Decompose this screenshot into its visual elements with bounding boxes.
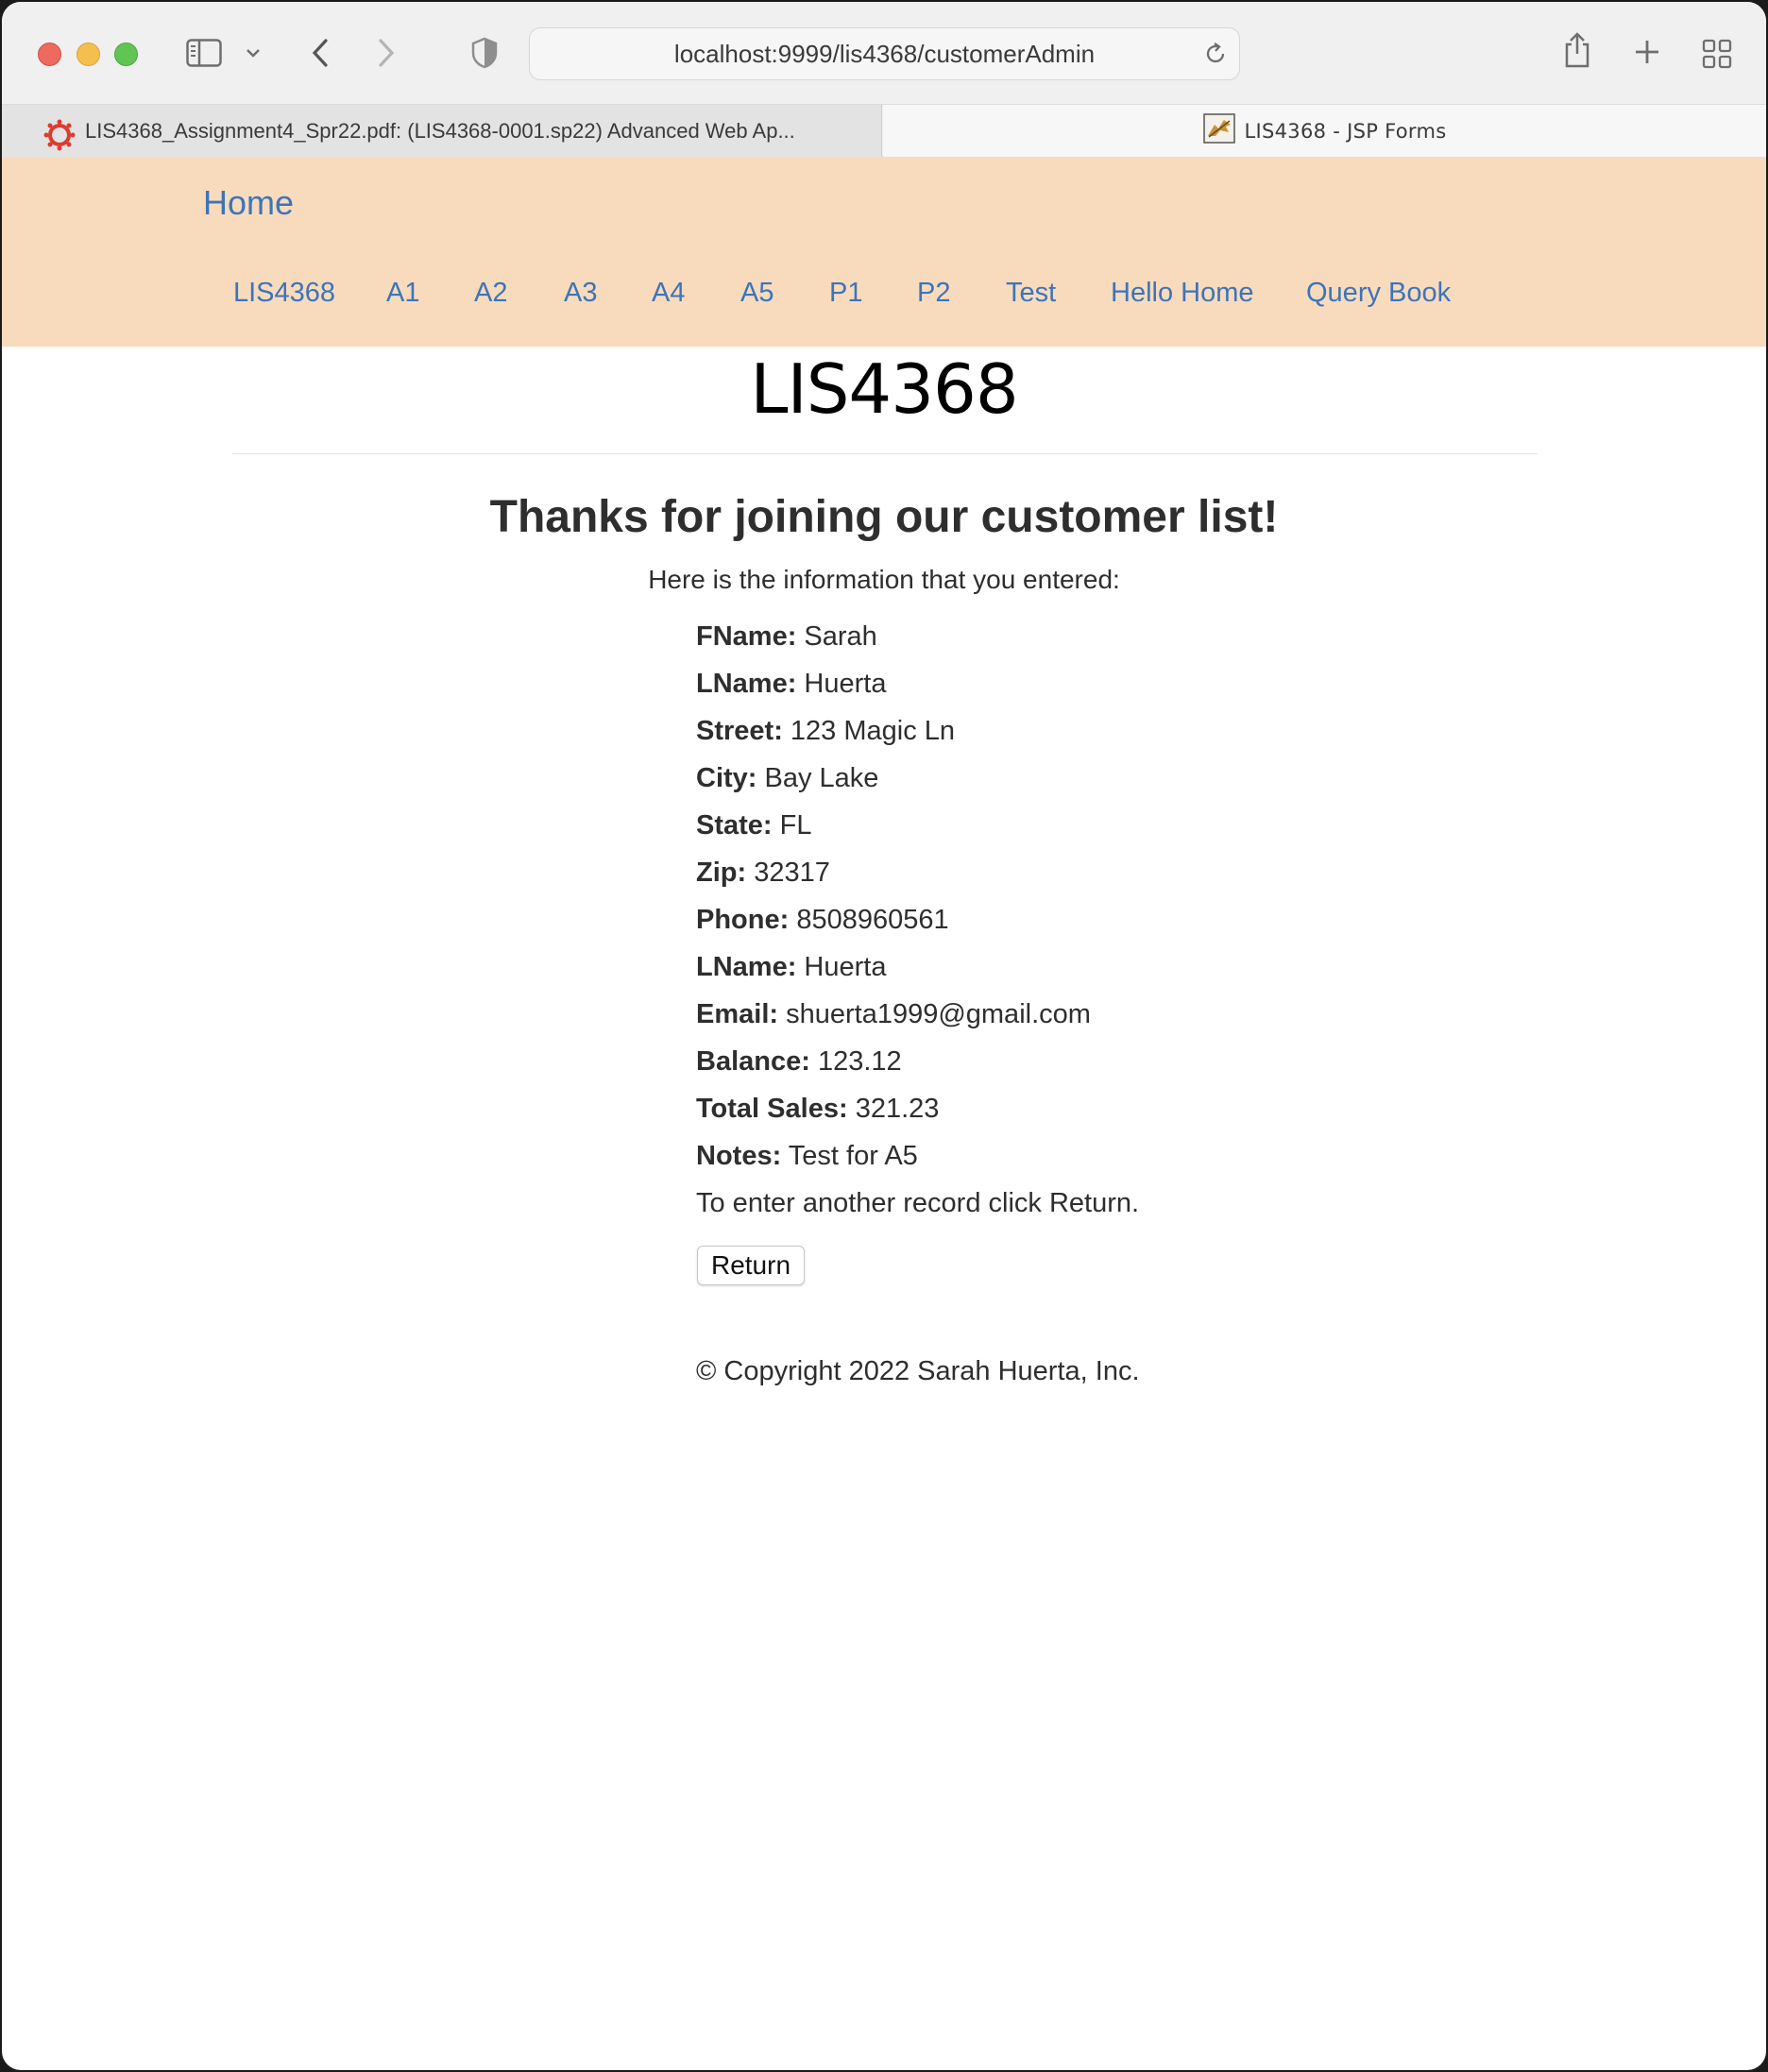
field-value: 8508960561 bbox=[796, 905, 949, 935]
privacy-shield-icon[interactable] bbox=[470, 36, 499, 70]
back-icon[interactable] bbox=[306, 36, 334, 70]
field-street: Street: 123 Magic Ln bbox=[696, 716, 1091, 763]
nav-link-a5[interactable]: A5 bbox=[740, 278, 774, 309]
field-value: Huerta bbox=[804, 669, 887, 699]
field-label: Email: bbox=[696, 999, 779, 1029]
field-label: FName: bbox=[696, 621, 797, 652]
field-total-sales: Total Sales: 321.23 bbox=[696, 1094, 1091, 1141]
minimize-window-button[interactable] bbox=[76, 42, 100, 66]
address-bar[interactable]: localhost:9999/lis4368/customerAdmin bbox=[529, 27, 1240, 80]
nav-link-p1[interactable]: P1 bbox=[829, 278, 862, 309]
home-link[interactable]: Home bbox=[203, 183, 294, 223]
field-fname: FName: Sarah bbox=[696, 621, 1091, 669]
field-label: LName: bbox=[696, 669, 797, 699]
field-value: FL bbox=[779, 810, 812, 841]
new-tab-icon[interactable] bbox=[1631, 36, 1663, 68]
tab-bar: LIS4368_Assignment4_Spr22.pdf: (LIS4368-… bbox=[2, 104, 1766, 157]
browser-toolbar: localhost:9999/lis4368/customerAdmin bbox=[2, 2, 1766, 104]
field-label: City: bbox=[696, 763, 757, 793]
field-value: Test for A5 bbox=[788, 1141, 918, 1171]
nav-link-p2[interactable]: P2 bbox=[917, 278, 950, 309]
field-label: Notes: bbox=[696, 1141, 782, 1171]
browser-window: localhost:9999/lis4368/customerAdmin LIS… bbox=[2, 2, 1766, 2070]
nav-link-test[interactable]: Test bbox=[1006, 278, 1056, 309]
reload-icon[interactable] bbox=[1201, 40, 1230, 75]
nav-link-lis4368[interactable]: LIS4368 bbox=[233, 278, 335, 309]
intro-text: Here is the information that you entered… bbox=[648, 565, 1120, 594]
field-notes: Notes: Test for A5 bbox=[696, 1141, 1091, 1188]
field-value: 321.23 bbox=[855, 1094, 940, 1124]
nav-link-hello-home[interactable]: Hello Home bbox=[1111, 278, 1254, 309]
return-instruction: To enter another record click Return. bbox=[696, 1188, 1140, 1218]
nav-links: LIS4368 A1 A2 A3 A4 A5 P1 P2 Test Hello … bbox=[2, 278, 1766, 334]
field-label: State: bbox=[696, 810, 773, 841]
field-value: Bay Lake bbox=[764, 763, 879, 793]
field-state: State: FL bbox=[696, 810, 1091, 858]
tab-title: LIS4368 - JSP Forms bbox=[1244, 119, 1447, 143]
field-value: 123 Magic Ln bbox=[790, 716, 956, 746]
tomcat-icon bbox=[1202, 112, 1235, 149]
nav-link-a3[interactable]: A3 bbox=[564, 278, 597, 309]
field-city: City: Bay Lake bbox=[696, 763, 1091, 810]
field-label: LName: bbox=[696, 952, 797, 982]
page-title: LIS4368 bbox=[750, 349, 1018, 429]
customer-info-list: FName: Sarah LName: Huerta Street: 123 M… bbox=[696, 621, 1091, 1188]
close-window-button[interactable] bbox=[38, 42, 61, 66]
field-value: 123.12 bbox=[817, 1046, 902, 1077]
field-label: Balance: bbox=[696, 1046, 810, 1077]
field-email: Email: shuerta1999@gmail.com bbox=[696, 999, 1091, 1046]
field-label: Phone: bbox=[696, 905, 790, 935]
copyright-footer: © Copyright 2022 Sarah Huerta, Inc. bbox=[696, 1356, 1140, 1386]
field-zip: Zip: 32317 bbox=[696, 858, 1091, 905]
share-icon[interactable] bbox=[1561, 30, 1593, 70]
field-value: 32317 bbox=[754, 858, 830, 888]
field-balance: Balance: 123.12 bbox=[696, 1046, 1091, 1094]
nav-link-a4[interactable]: A4 bbox=[652, 278, 685, 309]
nav-link-a2[interactable]: A2 bbox=[474, 278, 507, 309]
site-navbar: Home LIS4368 A1 A2 A3 A4 A5 P1 P2 Test H… bbox=[2, 157, 1766, 347]
return-button[interactable]: Return bbox=[697, 1246, 805, 1285]
nav-link-query-book[interactable]: Query Book bbox=[1306, 278, 1451, 309]
field-lname: LName: Huerta bbox=[696, 952, 1091, 999]
field-value: Sarah bbox=[804, 621, 877, 652]
field-value: Huerta bbox=[804, 952, 887, 982]
nav-link-a1[interactable]: A1 bbox=[386, 278, 419, 309]
chevron-down-icon[interactable] bbox=[244, 43, 263, 62]
field-lname: LName: Huerta bbox=[696, 669, 1091, 716]
sidebar-icon[interactable] bbox=[185, 38, 223, 68]
tab-assignment-pdf[interactable]: LIS4368_Assignment4_Spr22.pdf: (LIS4368-… bbox=[2, 105, 882, 157]
divider bbox=[232, 453, 1538, 454]
field-phone: Phone: 8508960561 bbox=[696, 905, 1091, 952]
field-label: Total Sales: bbox=[696, 1094, 848, 1124]
field-label: Street: bbox=[696, 716, 783, 746]
thanks-heading: Thanks for joining our customer list! bbox=[489, 492, 1279, 542]
field-label: Zip: bbox=[696, 858, 747, 888]
field-value: shuerta1999@gmail.com bbox=[786, 999, 1091, 1029]
zoom-window-button[interactable] bbox=[114, 42, 138, 66]
forward-icon[interactable] bbox=[372, 36, 400, 70]
canvas-lms-icon bbox=[43, 119, 76, 157]
tab-overview-icon[interactable] bbox=[1701, 38, 1733, 70]
url-text: localhost:9999/lis4368/customerAdmin bbox=[673, 39, 1096, 68]
tab-title: LIS4368_Assignment4_Spr22.pdf: (LIS4368-… bbox=[85, 118, 795, 143]
tab-jsp-forms[interactable]: LIS4368 - JSP Forms bbox=[883, 105, 1766, 157]
